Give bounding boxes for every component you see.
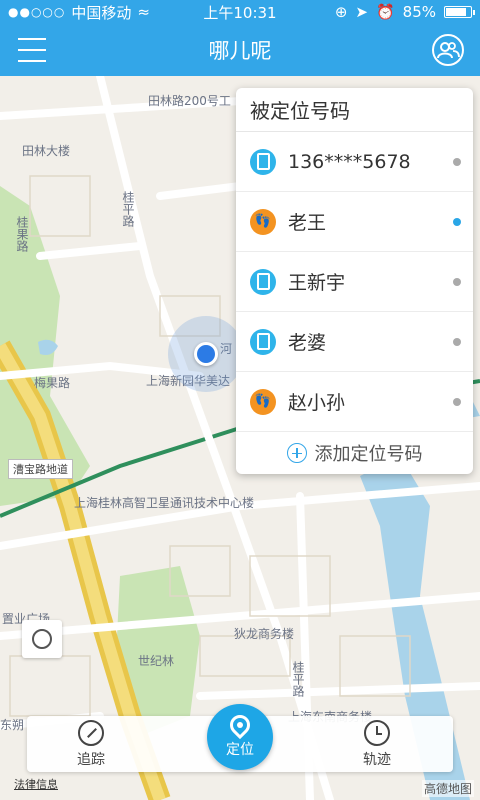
menu-icon[interactable] <box>18 38 46 62</box>
status-dot <box>453 218 461 226</box>
contact-name: 王新宇 <box>288 272 346 294</box>
alarm-icon: ⏰ <box>375 3 395 21</box>
phone-icon <box>250 328 276 355</box>
map-label: 狄龙商务楼 <box>234 627 295 641</box>
map-label: 梅果路 <box>34 376 71 390</box>
status-dot <box>453 338 461 346</box>
map-label: 桂平路 <box>291 661 305 697</box>
status-dot <box>453 278 461 286</box>
phone-icon <box>250 268 276 295</box>
clock-icon <box>364 720 390 746</box>
phone-icon <box>250 148 276 175</box>
contact-item[interactable]: 136****5678 <box>236 132 473 192</box>
location-pin-icon <box>225 710 255 740</box>
nav-bar: 哪儿呢 <box>0 24 480 76</box>
tab-history-label: 轨迹 <box>363 752 391 768</box>
located-numbers-panel: 被定位号码 136****5678 👣 老王王新宇老婆 👣 赵小孙 添加定位号码 <box>236 88 473 474</box>
lock-rotation-icon: ⊕ <box>334 3 348 21</box>
status-dot <box>453 158 461 166</box>
map-label: 漕宝路地道 <box>8 459 73 479</box>
add-number-label: 添加定位号码 <box>314 444 423 465</box>
map-label: 世纪林 <box>138 654 175 668</box>
wifi-icon: ≈ <box>137 3 150 21</box>
contact-item[interactable]: 老婆 <box>236 312 473 372</box>
current-location-marker[interactable] <box>194 342 218 366</box>
locate-button[interactable]: 定位 <box>207 704 273 770</box>
map-label: 田林大楼 <box>22 144 71 158</box>
map-label: 田林路200号工 <box>148 94 231 108</box>
carrier-name: 中国移动 <box>71 3 132 22</box>
compass-icon <box>32 629 52 649</box>
signal-strength: ●●○○○ <box>8 5 66 19</box>
battery-percent: 85% <box>402 3 436 21</box>
compass-button[interactable] <box>22 620 62 658</box>
contact-name: 赵小孙 <box>288 392 346 414</box>
tab-history[interactable]: 轨迹 <box>327 720 427 770</box>
map-label: 东朔 <box>0 718 25 732</box>
add-number-button[interactable]: 添加定位号码 <box>236 432 473 474</box>
elder-icon: 👣 <box>250 388 276 415</box>
contact-name: 老婆 <box>288 332 327 354</box>
legal-info-link[interactable]: 法律信息 <box>14 776 58 792</box>
elder-icon: 👣 <box>250 208 276 235</box>
page-title: 哪儿呢 <box>208 39 272 63</box>
panel-title: 被定位号码 <box>236 88 473 132</box>
contact-name: 136****5678 <box>288 150 411 173</box>
location-arrow-icon: ➤ <box>355 3 368 21</box>
contact-item[interactable]: 👣 老王 <box>236 192 473 252</box>
compass-needle-icon <box>78 720 104 746</box>
locate-label: 定位 <box>226 742 254 758</box>
contacts-icon[interactable] <box>432 34 464 66</box>
tab-track-label: 追踪 <box>77 752 105 768</box>
contact-name: 老王 <box>288 212 327 234</box>
map-label: 桂平路 <box>121 191 135 227</box>
plus-circle-icon <box>286 443 307 463</box>
map-label: 上海桂林高智卫星通讯技术中心楼 <box>74 496 255 510</box>
status-dot <box>453 398 461 406</box>
battery-icon <box>444 6 475 18</box>
contact-item[interactable]: 👣 赵小孙 <box>236 372 473 432</box>
contact-item[interactable]: 王新宇 <box>236 252 473 312</box>
amap-logo: 高德地图 <box>421 780 474 797</box>
map-label: 桂果路 <box>15 216 29 252</box>
status-bar: ●●○○○ 中国移动 ≈ 上午10:31 ⊕ ➤ ⏰ 85% <box>0 0 480 24</box>
tab-track[interactable]: 追踪 <box>41 720 141 770</box>
